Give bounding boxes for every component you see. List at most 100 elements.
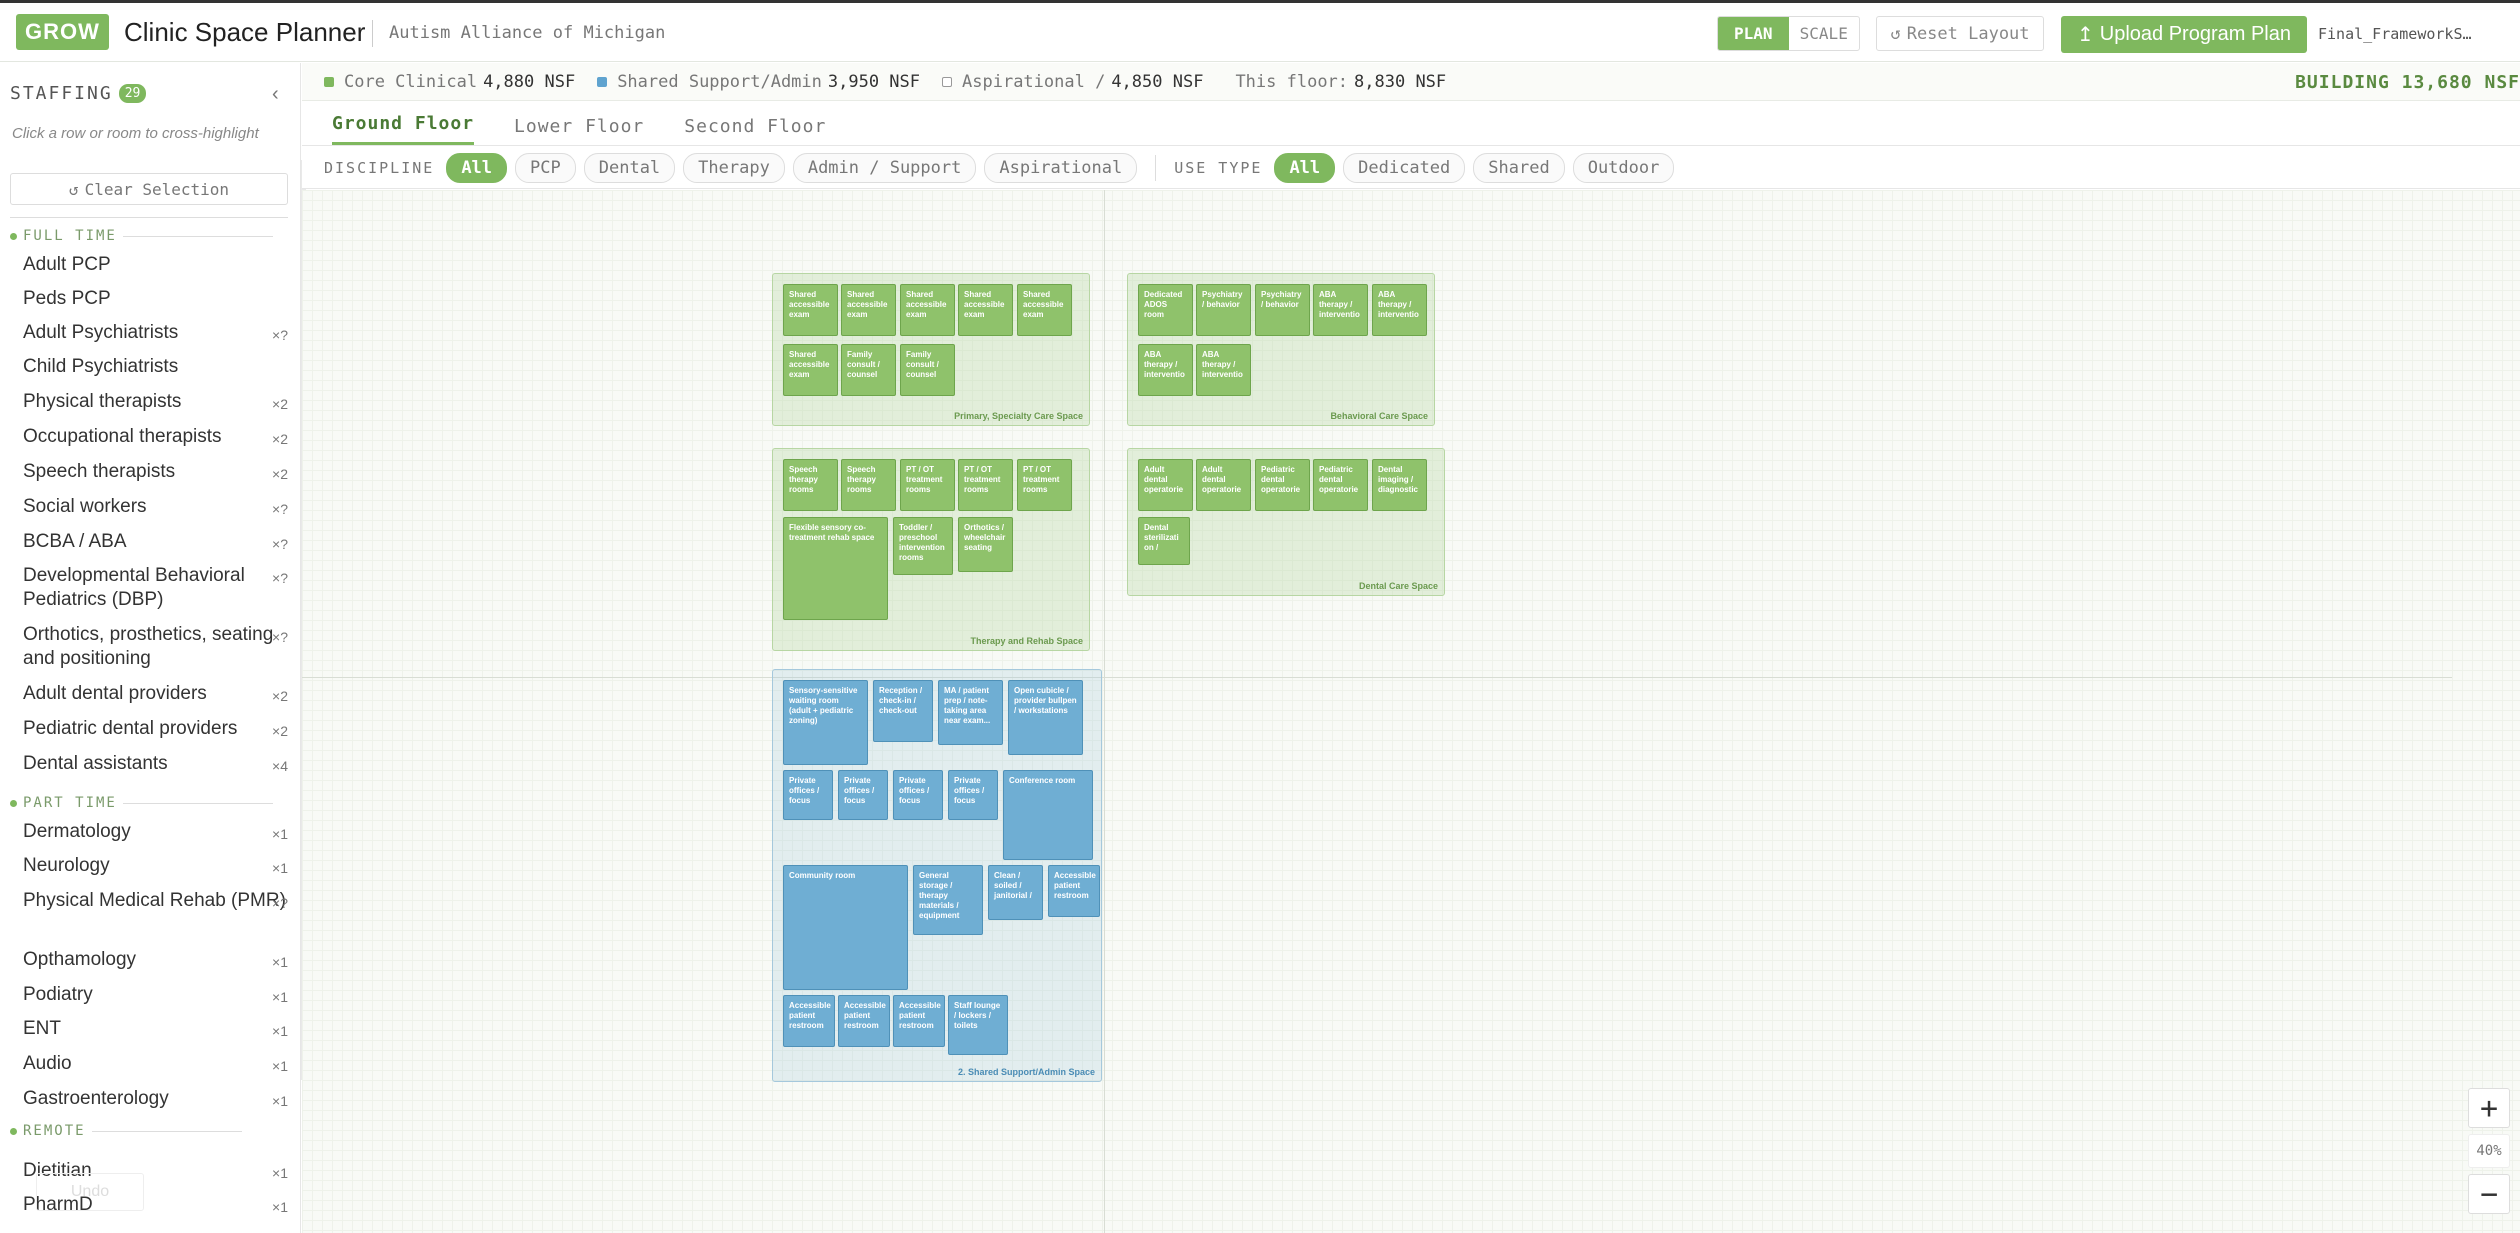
room-block[interactable]: Private offices / focus [783,770,833,820]
room-block[interactable]: Shared accessible exam [1017,284,1072,336]
room-block[interactable]: Psychiatry / behavior [1196,284,1251,336]
plan-view-button[interactable]: PLAN [1718,17,1789,50]
plan-zone[interactable]: Shared accessible exam Shared accessible … [772,273,1090,426]
tab-ground-floor[interactable]: Ground Floor [332,113,475,145]
staff-row[interactable]: Dental assistants ×4 [23,752,288,776]
room-block[interactable]: Accessible patient restroom [783,995,835,1047]
discipline-chip-dental[interactable]: Dental [583,152,676,183]
staff-row[interactable]: Adult PCP [23,253,288,277]
room-block[interactable]: Dental sterilizati on / [1138,517,1190,565]
room-block[interactable]: Open cubicle / provider bullpen / workst… [1008,680,1083,755]
discipline-chip-pcp[interactable]: PCP [515,152,576,183]
plan-zone[interactable]: Adult dental operatorie Adult dental oper… [1127,448,1445,596]
room-label: Clean / soiled / janitorial / [994,871,1032,900]
use-chip-shared[interactable]: Shared [1473,152,1565,183]
tab-second-floor[interactable]: Second Floor [684,116,826,145]
staff-role-name: Adult dental providers [23,683,207,704]
room-block[interactable]: Pediatric dental operatorie [1313,459,1368,511]
plan-zone[interactable]: Sensory-sensitive waiting room (adult + … [772,669,1102,1082]
room-block[interactable]: Staff lounge / lockers / toilets [948,995,1008,1055]
room-block[interactable]: Private offices / focus [948,770,998,820]
clear-selection-button[interactable]: ↺ Clear Selection [10,173,288,205]
room-block[interactable]: Dedicated ADOS room [1138,284,1193,336]
staff-row[interactable]: Adult Psychiatrists ×? [23,321,288,345]
room-block[interactable]: Shared accessible exam [783,284,838,336]
staff-row[interactable]: Speech therapists ×2 [23,460,288,484]
room-block[interactable]: Adult dental operatorie [1138,459,1193,511]
staff-row[interactable]: Occupational therapists ×2 [23,425,288,449]
room-block[interactable]: Shared accessible exam [900,284,955,336]
staff-role-name: Opthamology [23,949,137,970]
room-block[interactable]: Sensory-sensitive waiting room (adult + … [783,680,868,765]
room-block[interactable]: Family consult / counsel [841,344,896,396]
discipline-chip-admin-support[interactable]: Admin / Support [792,152,977,183]
room-block[interactable]: Adult dental operatorie [1196,459,1251,511]
staff-row[interactable]: Physical Medical Rehab (PMR) ×? [23,889,288,913]
use-chip-all[interactable]: All [1274,152,1336,183]
room-block[interactable]: Community room [783,865,908,990]
room-block[interactable]: Orthotics / wheelchair seating [958,517,1013,572]
room-block[interactable]: Speech therapy rooms [783,459,838,511]
reset-layout-button[interactable]: ↺ Reset Layout [1876,16,2044,51]
staff-row[interactable]: Developmental Behavioral Pediatrics (DBP… [23,564,288,612]
zoom-out-button[interactable]: − [2468,1174,2510,1214]
room-block[interactable]: ABA therapy / interventio [1313,284,1368,336]
staff-row[interactable]: Peds PCP [23,287,288,311]
plan-zone[interactable]: Speech therapy rooms Speech therapy rooms… [772,448,1090,651]
staff-row[interactable]: BCBA / ABA ×? [23,530,288,554]
collapse-sidebar-icon[interactable]: ‹ [272,83,279,106]
discipline-chip-aspirational[interactable]: Aspirational [984,152,1138,183]
discipline-chip-therapy[interactable]: Therapy [683,152,785,183]
room-block[interactable]: ABA therapy / interventio [1138,344,1193,396]
use-chip-outdoor[interactable]: Outdoor [1572,152,1675,183]
room-label: Flexible sensory co-treatment rehab spac… [789,523,875,542]
room-block[interactable]: Shared accessible exam [783,344,838,396]
staff-row[interactable]: Adult dental providers ×2 [23,682,288,706]
room-block[interactable]: Private offices / focus [838,770,888,820]
staff-row[interactable]: Orthotics, prosthetics, seating and posi… [23,623,288,671]
room-block[interactable]: ABA therapy / interventio [1372,284,1427,336]
staff-row[interactable]: Physical therapists ×2 [23,390,288,414]
staff-row[interactable]: ENT ×1 [23,1017,288,1041]
room-block[interactable]: Accessible patient restroom [838,995,890,1047]
staff-row[interactable]: Social workers ×? [23,495,288,519]
room-block[interactable]: PT / OT treatment rooms [958,459,1013,511]
room-block[interactable]: Accessible patient restroom [893,995,945,1047]
room-block[interactable]: Family consult / counsel [900,344,955,396]
room-block[interactable]: Psychiatry / behavior [1255,284,1310,336]
room-block[interactable]: General storage / therapy materials / eq… [913,865,983,935]
room-block[interactable]: Shared accessible exam [958,284,1013,336]
floor-plan-canvas[interactable]: Shared accessible exam Shared accessible … [302,190,2520,1233]
staff-row[interactable]: Neurology ×1 [23,854,288,878]
scale-view-button[interactable]: SCALE [1789,17,1860,50]
room-block[interactable]: PT / OT treatment rooms [900,459,955,511]
staff-row[interactable]: Audio ×1 [23,1052,288,1076]
undo-button[interactable]: Undo [36,1173,144,1211]
room-block[interactable]: Clean / soiled / janitorial / [988,865,1043,920]
room-block[interactable]: Pediatric dental operatorie [1255,459,1310,511]
staff-row[interactable]: Dermatology ×1 [23,820,288,844]
staff-row[interactable]: Child Psychiatrists [23,355,288,379]
staff-row[interactable]: Podiatry ×1 [23,983,288,1007]
room-block[interactable]: Flexible sensory co-treatment rehab spac… [783,517,888,620]
plan-zone[interactable]: Dedicated ADOS room Psychiatry / behavior… [1127,273,1435,426]
room-block[interactable]: Speech therapy rooms [841,459,896,511]
room-block[interactable]: PT / OT treatment rooms [1017,459,1072,511]
discipline-chip-all[interactable]: All [446,152,508,183]
staff-row[interactable]: Gastroenterology ×1 [23,1087,288,1111]
room-block[interactable]: Accessible patient restroom [1048,865,1100,917]
room-block[interactable]: Private offices / focus [893,770,943,820]
room-block[interactable]: ABA therapy / interventio [1196,344,1251,396]
room-block[interactable]: Dental imaging / diagnostic [1372,459,1427,511]
tab-lower-floor[interactable]: Lower Floor [514,116,644,145]
zoom-in-button[interactable]: + [2468,1088,2510,1128]
room-block[interactable]: MA / patient prep / note-taking area nea… [938,680,1003,745]
room-block[interactable]: Toddler / preschool intervention rooms [893,517,953,575]
upload-program-plan-button[interactable]: ↥ Upload Program Plan [2061,16,2307,53]
use-chip-dedicated[interactable]: Dedicated [1343,152,1466,183]
staff-row[interactable]: Opthamology ×1 [23,948,288,972]
staff-row[interactable]: Pediatric dental providers ×2 [23,717,288,741]
room-block[interactable]: Conference room [1003,770,1093,860]
room-block[interactable]: Reception / check-in / check-out [873,680,933,742]
room-block[interactable]: Shared accessible exam [841,284,896,336]
